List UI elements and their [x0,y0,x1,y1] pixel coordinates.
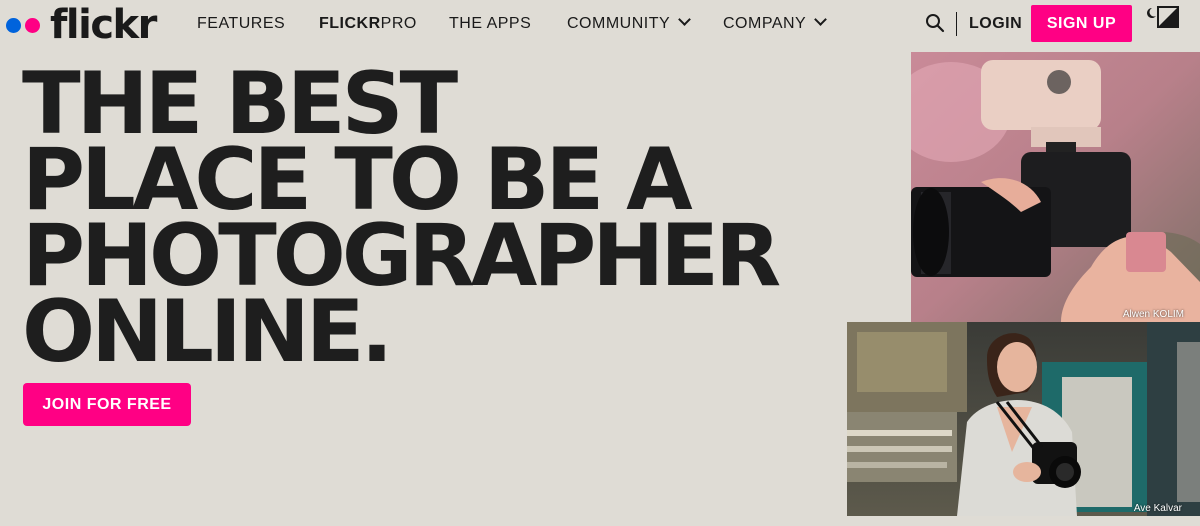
hero-headline: THE BEST PLACE TO BE A PHOTOGRAPHER ONLI… [22,61,781,375]
nav-features[interactable]: FEATURES [197,15,285,33]
featured-photo-camera[interactable]: Alwen KOLIM [911,52,1200,322]
sign-up-button[interactable]: SIGN UP [1031,5,1132,42]
nav-company-label: COMPANY [723,15,807,32]
login-link[interactable]: LOGIN [969,15,1022,33]
nav-flickr-pro-rest: PRO [380,15,417,32]
nav-flickr-pro-bold: FLICKR [319,15,381,32]
join-for-free-button[interactable]: JOIN FOR FREE [23,383,191,426]
photographer-photo-image [847,322,1200,516]
theme-toggle-icon[interactable] [1143,6,1181,30]
chevron-down-icon [678,13,692,26]
nav-community[interactable]: COMMUNITY [567,13,692,33]
logo-blue-dot [6,17,21,33]
nav-the-apps[interactable]: THE APPS [449,15,531,33]
logo-wordmark: flickr [50,2,157,48]
nav-company[interactable]: COMPANY [723,13,828,33]
top-nav: flickr FEATURES FLICKRPRO THE APPS COMMU… [0,0,1200,50]
photo-credit[interactable]: Ave Kalvar [1134,503,1182,514]
chevron-down-icon [814,13,828,26]
search-icon[interactable] [925,13,945,33]
nav-community-label: COMMUNITY [567,15,671,32]
flickr-logo[interactable]: flickr [6,2,157,48]
logo-pink-dot [25,17,40,33]
nav-flickr-pro[interactable]: FLICKRPRO [319,15,417,33]
nav-features-label: FEATURES [197,15,286,32]
nav-the-apps-label: THE APPS [449,15,532,32]
photo-credit[interactable]: Alwen KOLIM [1123,309,1184,320]
nav-divider [956,12,957,36]
featured-photo-photographer[interactable]: Ave Kalvar [847,322,1200,516]
camera-photo-image [911,52,1200,322]
